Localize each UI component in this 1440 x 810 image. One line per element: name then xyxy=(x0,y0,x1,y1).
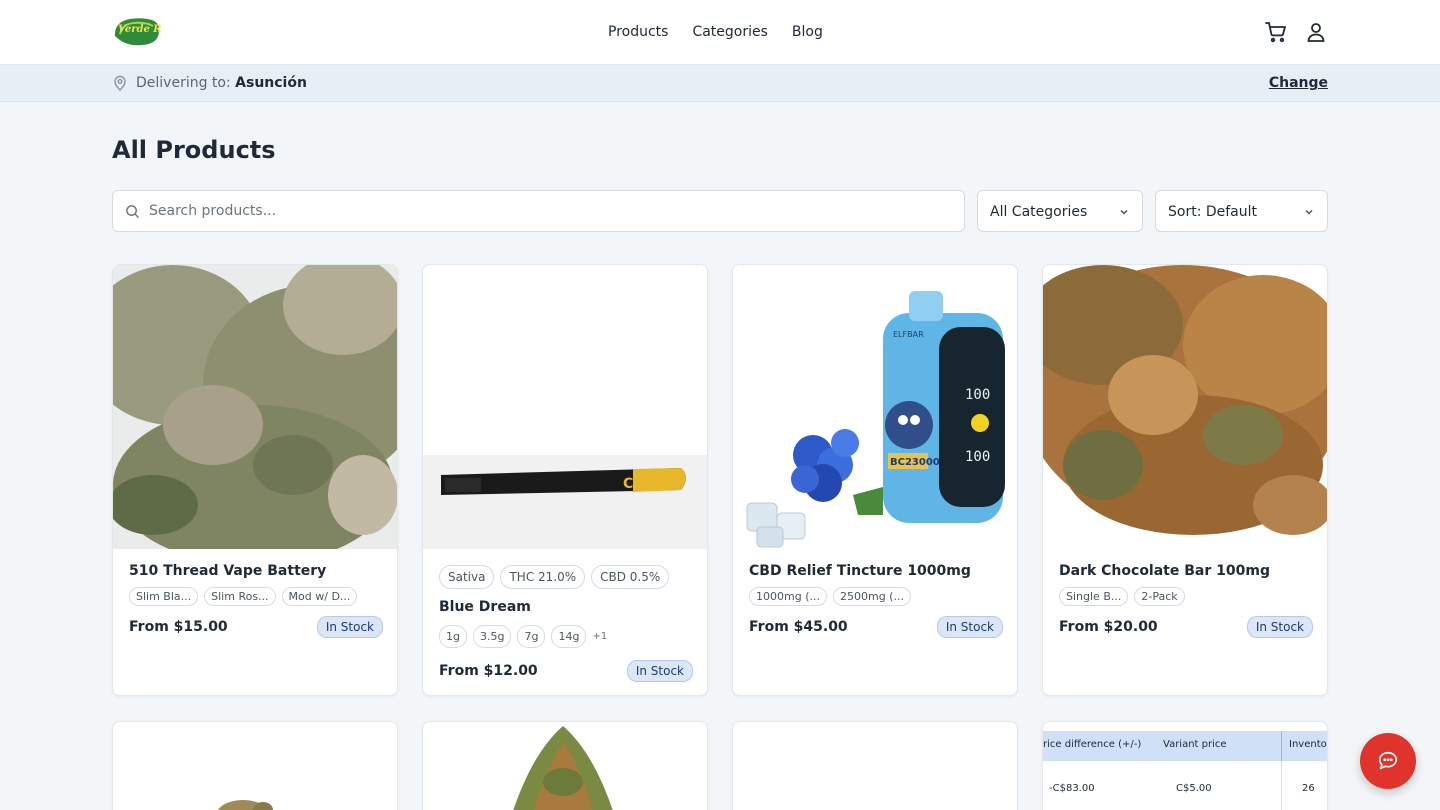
product-image xyxy=(423,722,707,810)
product-info: CBD Relief Tincture 1000mg 1000mg (... 2… xyxy=(749,561,1003,638)
product-card[interactable]: 510 Thread Vape Battery Slim Bla... Slim… xyxy=(112,264,398,696)
site-header: Verde Ruta Products Categories Blog xyxy=(0,0,1440,65)
table-row: -C$83.00 C$5.00 26 xyxy=(1043,761,1327,810)
variant-list: 1g 3.5g 7g 14g +1 xyxy=(439,625,693,648)
variant-chip[interactable]: Mod w/ D... xyxy=(281,587,358,606)
chevron-down-icon xyxy=(1305,209,1313,215)
search-icon xyxy=(126,205,140,219)
variant-chip[interactable]: 2500mg (... xyxy=(832,587,911,606)
table-cell: -C$83.00 xyxy=(1049,783,1095,794)
delivery-bar: Delivering to: Asunción Change xyxy=(0,65,1440,102)
delivery-prefix: Delivering to: xyxy=(136,75,231,91)
svg-text:ELFBAR: ELFBAR xyxy=(893,330,924,339)
chevron-down-icon xyxy=(1120,209,1128,215)
stock-badge: In Stock xyxy=(316,616,383,638)
logo[interactable]: Verde Ruta xyxy=(112,14,162,50)
svg-text:Verde Ruta: Verde Ruta xyxy=(118,24,162,35)
variant-chip[interactable]: 1000mg (... xyxy=(749,587,827,606)
table-cell: 26 xyxy=(1302,783,1315,794)
variant-chip[interactable]: Slim Ros... xyxy=(204,587,276,606)
product-price: From $45.00 xyxy=(749,619,848,635)
category-select[interactable]: All Categories xyxy=(977,190,1143,232)
product-card[interactable] xyxy=(732,721,1018,810)
location-pin-icon xyxy=(114,75,126,91)
product-price: From $20.00 xyxy=(1059,619,1158,635)
product-image: CONES xyxy=(423,265,707,549)
product-price: From $15.00 xyxy=(129,619,228,635)
search-input[interactable] xyxy=(149,191,949,231)
svg-text:100: 100 xyxy=(965,387,990,403)
variant-list: 1000mg (... 2500mg (... xyxy=(749,587,1003,606)
product-name: 510 Thread Vape Battery xyxy=(129,563,327,579)
table-header-cell: rice difference (+/-) xyxy=(1043,739,1142,750)
table-header-cell: Variant price xyxy=(1163,739,1227,750)
user-icon[interactable] xyxy=(1304,20,1328,44)
product-card[interactable] xyxy=(422,721,708,810)
variant-list: Slim Bla... Slim Ros... Mod w/ D... xyxy=(129,587,383,606)
page-title: All Products xyxy=(112,136,276,164)
product-info: Dark Chocolate Bar 100mg Single B... 2-P… xyxy=(1059,561,1313,638)
table-header-row: rice difference (+/-) Variant price Inve… xyxy=(1043,731,1328,761)
product-image xyxy=(113,722,397,810)
product-name: Blue Dream xyxy=(439,599,531,615)
product-name: Dark Chocolate Bar 100mg xyxy=(1059,563,1270,579)
product-price: From $12.00 xyxy=(439,663,538,679)
product-card[interactable] xyxy=(112,721,398,810)
cbd-tag: CBD 0.5% xyxy=(591,565,670,589)
product-card[interactable]: rice difference (+/-) Variant price Inve… xyxy=(1042,721,1328,810)
nav-categories[interactable]: Categories xyxy=(692,22,767,42)
column-divider xyxy=(1281,731,1282,761)
product-card[interactable]: 100 100 BC23000 ELFBAR CBD Relief Tinctu… xyxy=(732,264,1018,696)
nav-blog[interactable]: Blog xyxy=(792,22,823,42)
variant-chip[interactable]: 3.5g xyxy=(472,625,512,648)
stock-badge: In Stock xyxy=(936,616,1003,638)
product-info: 510 Thread Vape Battery Slim Bla... Slim… xyxy=(129,561,383,638)
chat-bubble-icon xyxy=(1378,751,1398,770)
delivery-city: Asunción xyxy=(235,75,307,91)
variant-chip[interactable]: 7g xyxy=(517,625,546,648)
tag-list: Sativa THC 21.0% CBD 0.5% xyxy=(439,565,693,589)
nav-products[interactable]: Products xyxy=(608,22,668,42)
product-image: 100 100 BC23000 ELFBAR xyxy=(733,265,1017,549)
svg-text:CONES: CONES xyxy=(623,476,677,492)
table-cell: C$5.00 xyxy=(1176,783,1212,794)
variant-chip[interactable]: 14g xyxy=(551,625,587,648)
product-name: CBD Relief Tincture 1000mg xyxy=(749,563,971,579)
column-divider xyxy=(1281,761,1282,810)
more-variants[interactable]: +1 xyxy=(592,626,607,648)
product-card[interactable]: CONES Sativa THC 21.0% CBD 0.5% Blue Dre… xyxy=(422,264,708,696)
variant-chip[interactable]: Single B... xyxy=(1059,587,1129,606)
main-nav: Products Categories Blog xyxy=(608,22,823,42)
product-image xyxy=(113,265,397,549)
svg-text:BC23000: BC23000 xyxy=(890,457,940,468)
change-location-link[interactable]: Change xyxy=(1269,74,1328,92)
stock-badge: In Stock xyxy=(1246,616,1313,638)
sort-select-value: Sort: Default xyxy=(1168,204,1258,220)
thc-tag: THC 21.0% xyxy=(500,565,586,589)
sort-select[interactable]: Sort: Default xyxy=(1155,190,1328,232)
variant-list: Single B... 2-Pack xyxy=(1059,587,1313,606)
product-info: Sativa THC 21.0% CBD 0.5% Blue Dream 1g … xyxy=(439,565,693,682)
variant-chip[interactable]: 2-Pack xyxy=(1134,587,1185,606)
delivery-location: Delivering to: Asunción xyxy=(136,74,307,92)
product-card[interactable]: Dark Chocolate Bar 100mg Single B... 2-P… xyxy=(1042,264,1328,696)
product-image xyxy=(733,722,1017,810)
variant-chip[interactable]: Slim Bla... xyxy=(129,587,199,606)
svg-text:100: 100 xyxy=(965,449,990,465)
cart-icon[interactable] xyxy=(1264,20,1288,44)
category-select-value: All Categories xyxy=(990,204,1088,220)
chat-button[interactable] xyxy=(1360,733,1416,789)
strain-tag: Sativa xyxy=(439,565,495,589)
product-image: rice difference (+/-) Variant price Inve… xyxy=(1043,722,1328,810)
variant-chip[interactable]: 1g xyxy=(439,625,467,648)
stock-badge: In Stock xyxy=(626,660,693,682)
search-box[interactable] xyxy=(112,190,965,232)
product-image xyxy=(1043,265,1327,549)
table-header-cell: Inventor xyxy=(1289,739,1328,750)
